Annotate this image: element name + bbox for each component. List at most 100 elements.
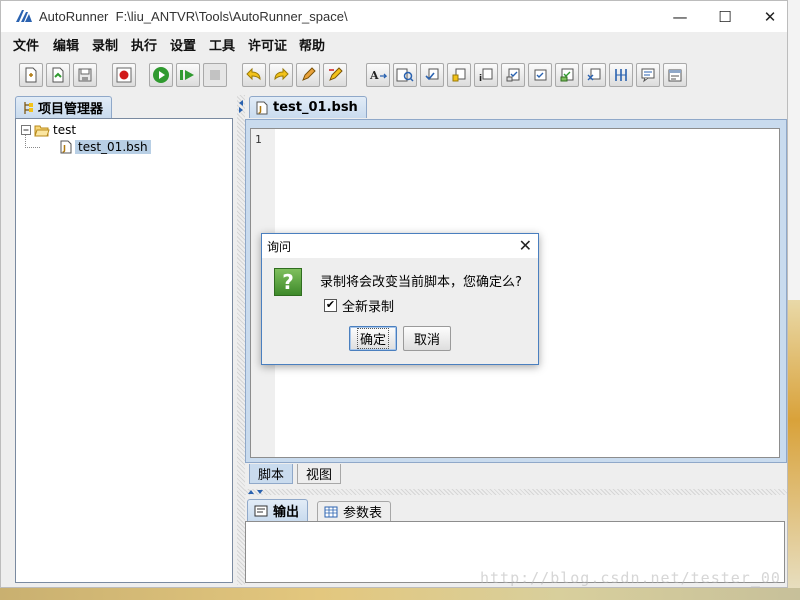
undo-icon — [246, 67, 261, 81]
svg-text:J: J — [62, 144, 66, 153]
menu-bar: 文件 编辑 录制 执行 设置 工具 许可证 帮助 — [1, 32, 787, 56]
menu-file[interactable]: 文件 — [13, 35, 39, 54]
title-bar: AutoRunner F:\liu_ANTVR\Tools\AutoRunner… — [1, 1, 787, 32]
tab-output[interactable]: 输出 — [247, 499, 309, 521]
comment-icon — [641, 68, 655, 83]
menu-tools[interactable]: 工具 — [209, 35, 235, 54]
record-icon — [116, 67, 132, 83]
script-file-icon: J — [256, 101, 268, 114]
save-button[interactable] — [73, 63, 97, 87]
menu-edit[interactable]: 编辑 — [53, 35, 79, 54]
question-icon: ? — [274, 268, 302, 296]
spacing-icon — [615, 69, 627, 81]
close-window-button[interactable]: ✕ — [747, 1, 793, 32]
project-tree: test J test_01.bsh — [15, 118, 233, 583]
maximize-icon: ☐ — [718, 7, 732, 26]
checkpoint-button[interactable] — [420, 63, 444, 87]
run-icon — [153, 67, 169, 83]
tab-script-label: 脚本 — [257, 468, 284, 483]
main-window: AutoRunner F:\liu_ANTVR\Tools\AutoRunner… — [0, 0, 788, 588]
desktop-background-bottom — [0, 588, 800, 600]
editor-tab-label: test_01.bsh — [273, 100, 358, 115]
checkpoint-4-button[interactable] — [501, 63, 525, 87]
tree-node-file[interactable]: J test_01.bsh — [60, 140, 151, 154]
settings-button[interactable] — [663, 63, 687, 87]
menu-help[interactable]: 帮助 — [299, 35, 325, 54]
tab-test-01[interactable]: J test_01.bsh — [249, 96, 367, 118]
spacing-button[interactable] — [609, 63, 633, 87]
collapse-icon[interactable] — [21, 125, 31, 135]
project-tree-icon — [24, 101, 33, 114]
java-script-file-icon: J — [60, 140, 72, 154]
redo-button[interactable] — [269, 63, 293, 87]
desktop-background-right — [788, 0, 800, 600]
undo-button[interactable] — [242, 63, 266, 87]
splitter-arrow-icon[interactable] — [247, 489, 267, 495]
new-record-checkbox[interactable]: ✔ — [324, 299, 337, 312]
step-run-button[interactable] — [176, 63, 200, 87]
new-record-checkbox-label: 全新录制 — [342, 300, 395, 315]
stop-button[interactable] — [203, 63, 227, 87]
confirm-dialog: 询问 ✕ ? 录制将会改变当前脚本，您确定么? ✔ 全新录制 确定 取消 — [261, 233, 539, 365]
text-find-icon — [396, 68, 414, 82]
tree-connector — [25, 135, 40, 148]
minimize-button[interactable]: — — [657, 1, 703, 32]
menu-record[interactable]: 录制 — [92, 35, 118, 54]
tab-project-manager[interactable]: 项目管理器 — [15, 96, 113, 118]
comment-button[interactable] — [636, 63, 660, 87]
output-console-icon — [254, 505, 268, 516]
checkpoint-5-icon — [534, 69, 547, 81]
tab-script[interactable]: 脚本 — [249, 464, 293, 484]
autorunner-logo-icon — [16, 10, 32, 22]
horizontal-splitter[interactable] — [245, 489, 787, 495]
menu-license[interactable]: 许可证 — [248, 35, 287, 54]
maximize-button[interactable]: ☐ — [702, 1, 748, 32]
tab-parameter-table[interactable]: 参数表 — [317, 501, 392, 521]
run-button[interactable] — [149, 63, 173, 87]
line-number: 1 — [255, 133, 262, 146]
pen-button[interactable] — [296, 63, 320, 87]
edit-pen-button[interactable] — [323, 63, 347, 87]
svg-text:i: i — [479, 74, 482, 83]
new-record-checkbox-row[interactable]: ✔ 全新录制 — [324, 296, 394, 315]
open-icon — [52, 67, 64, 83]
tab-view-label: 视图 — [305, 468, 332, 483]
tree-file-label: test_01.bsh — [75, 140, 151, 154]
splitter-arrow-icon[interactable] — [238, 99, 244, 113]
new-file-icon — [25, 67, 37, 83]
menu-execute[interactable]: 执行 — [131, 35, 157, 54]
dialog-close-icon[interactable]: ✕ — [519, 236, 532, 255]
pen-icon — [302, 67, 316, 81]
checkpoint-2-button[interactable] — [447, 63, 471, 87]
minimize-icon: — — [672, 7, 688, 26]
table-icon — [324, 506, 338, 517]
tree-root-label: test — [53, 123, 77, 137]
text-find-button[interactable] — [393, 63, 417, 87]
tab-output-label: 输出 — [273, 505, 300, 520]
vertical-splitter[interactable] — [237, 95, 245, 585]
ok-button[interactable]: 确定 — [349, 326, 397, 351]
project-manager-label: 项目管理器 — [38, 102, 104, 117]
close-icon: ✕ — [763, 7, 777, 26]
new-file-button[interactable] — [19, 63, 43, 87]
window-title: AutoRunner F:\liu_ANTVR\Tools\AutoRunner… — [39, 9, 348, 24]
menu-settings[interactable]: 设置 — [170, 35, 196, 54]
cancel-button[interactable]: 取消 — [403, 326, 451, 351]
record-button[interactable] — [112, 63, 136, 87]
open-button[interactable] — [46, 63, 70, 87]
workspace-path: F:\liu_ANTVR\Tools\AutoRunner_space\ — [115, 9, 348, 24]
save-icon — [78, 68, 92, 82]
checkpoint-5-button[interactable] — [528, 63, 552, 87]
checkpoint-icon — [425, 68, 439, 81]
checkpoint-4-icon — [506, 68, 520, 82]
text-icon: A — [369, 69, 387, 82]
checkpoint-3-button[interactable]: i — [474, 63, 498, 87]
dialog-title: 询问 — [267, 240, 292, 254]
text-button[interactable]: A — [366, 63, 390, 87]
checkpoint-6-button[interactable] — [555, 63, 579, 87]
question-mark-glyph: ? — [282, 270, 294, 294]
tab-view[interactable]: 视图 — [297, 464, 341, 484]
checkpoint-3-icon: i — [479, 68, 493, 83]
checkpoint-7-button[interactable] — [582, 63, 606, 87]
svg-text:A: A — [369, 69, 379, 82]
